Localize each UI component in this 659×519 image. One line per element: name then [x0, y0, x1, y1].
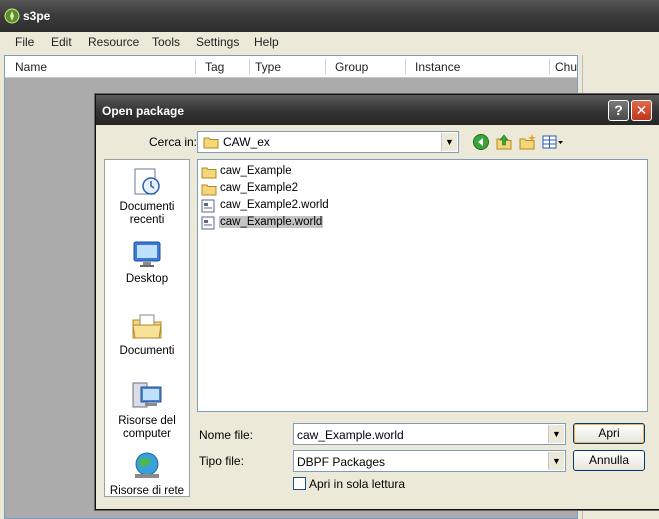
column-instance[interactable]: Instance [415, 60, 460, 74]
column-divider[interactable] [405, 59, 406, 74]
help-button[interactable]: ? [608, 100, 629, 121]
column-tag[interactable]: Tag [205, 60, 224, 74]
column-divider[interactable] [195, 59, 196, 74]
package-file-icon [201, 216, 215, 230]
app-title-bar[interactable]: s3pe [0, 0, 659, 32]
column-divider[interactable] [249, 59, 250, 74]
network-icon [135, 452, 159, 478]
column-divider[interactable] [325, 59, 326, 74]
menu-resource[interactable]: Resource [88, 35, 139, 49]
file-name: caw_Example2.world [220, 199, 329, 211]
package-file-icon [201, 199, 215, 213]
filename-input[interactable]: caw_Example.world ▼ [293, 423, 566, 445]
back-icon[interactable] [472, 133, 490, 151]
file-list[interactable]: caw_Example caw_Example2 caw_Example2.wo… [197, 159, 648, 412]
lookin-dropdown[interactable]: CAW_ex ▼ [197, 131, 459, 153]
place-desktop[interactable]: Desktop [105, 238, 189, 286]
app-title: s3pe [23, 9, 51, 23]
readonly-label[interactable]: Apri in sola lettura [309, 477, 405, 491]
folder-icon [203, 137, 219, 149]
place-network[interactable]: Risorse di rete [105, 450, 189, 498]
folder-icon [201, 184, 217, 196]
menu-tools[interactable]: Tools [152, 35, 180, 49]
place-recent-documents[interactable]: Documenti recenti [105, 166, 189, 227]
place-label: Documenti [119, 345, 175, 357]
grid-header: Name Tag Type Group Instance Chu [5, 56, 577, 78]
lookin-label: Cerca in: [149, 135, 198, 149]
readonly-checkbox[interactable] [293, 477, 306, 490]
filetype-label: Tipo file: [199, 454, 244, 468]
desktop-icon [133, 241, 161, 267]
place-label: Risorse del computer [118, 415, 176, 440]
places-bar: Documenti recenti Desktop Documenti Riso… [104, 159, 190, 497]
app-logo-icon [4, 8, 20, 24]
dialog-title-bar[interactable]: Open package ? ✕ [96, 95, 659, 125]
file-list-item[interactable]: caw_Example2 [201, 181, 341, 197]
file-list-item-selected[interactable]: caw_Example.world [201, 215, 341, 231]
menu-bar: File Edit Resource Tools Settings Help [0, 32, 659, 54]
menu-edit[interactable]: Edit [51, 35, 72, 49]
my-computer-icon [132, 382, 162, 408]
file-name: caw_Example [220, 165, 292, 177]
close-button[interactable]: ✕ [631, 100, 652, 121]
place-label: Risorse di rete [109, 485, 185, 497]
up-folder-icon[interactable] [495, 133, 513, 151]
filename-value: caw_Example.world [297, 428, 404, 442]
place-label: Documenti recenti [119, 201, 175, 226]
chevron-down-icon[interactable]: ▼ [441, 133, 457, 151]
column-chunk[interactable]: Chu [555, 60, 577, 74]
file-list-item[interactable]: caw_Example2.world [201, 198, 341, 214]
file-name: caw_Example.world [219, 216, 324, 228]
chevron-down-icon[interactable]: ▼ [548, 452, 564, 470]
place-my-computer[interactable]: Risorse del computer [105, 380, 189, 441]
place-label: Desktop [125, 273, 169, 285]
folder-icon [201, 167, 217, 179]
column-name[interactable]: Name [15, 60, 47, 74]
place-documents[interactable]: Documenti [105, 310, 189, 358]
filename-label: Nome file: [199, 428, 254, 442]
lookin-value: CAW_ex [223, 135, 270, 149]
view-menu-icon[interactable] [542, 133, 564, 151]
column-group[interactable]: Group [335, 60, 368, 74]
new-folder-icon[interactable] [518, 133, 536, 151]
open-button[interactable]: Apri [573, 423, 645, 444]
column-type[interactable]: Type [255, 60, 281, 74]
open-package-dialog: Open package ? ✕ Cerca in: CAW_ex ▼ Docu… [95, 94, 659, 510]
filetype-value: DBPF Packages [297, 455, 386, 469]
menu-file[interactable]: File [15, 35, 34, 49]
documents-folder-icon [132, 314, 162, 339]
recent-documents-icon [134, 168, 160, 195]
file-name: caw_Example2 [220, 182, 298, 194]
dialog-title: Open package [102, 104, 185, 118]
menu-settings[interactable]: Settings [196, 35, 239, 49]
file-list-item[interactable]: caw_Example [201, 164, 341, 180]
chevron-down-icon[interactable]: ▼ [548, 425, 564, 443]
menu-help[interactable]: Help [254, 35, 279, 49]
cancel-button[interactable]: Annulla [573, 450, 645, 471]
column-divider[interactable] [549, 59, 550, 74]
filetype-select[interactable]: DBPF Packages ▼ [293, 450, 566, 472]
